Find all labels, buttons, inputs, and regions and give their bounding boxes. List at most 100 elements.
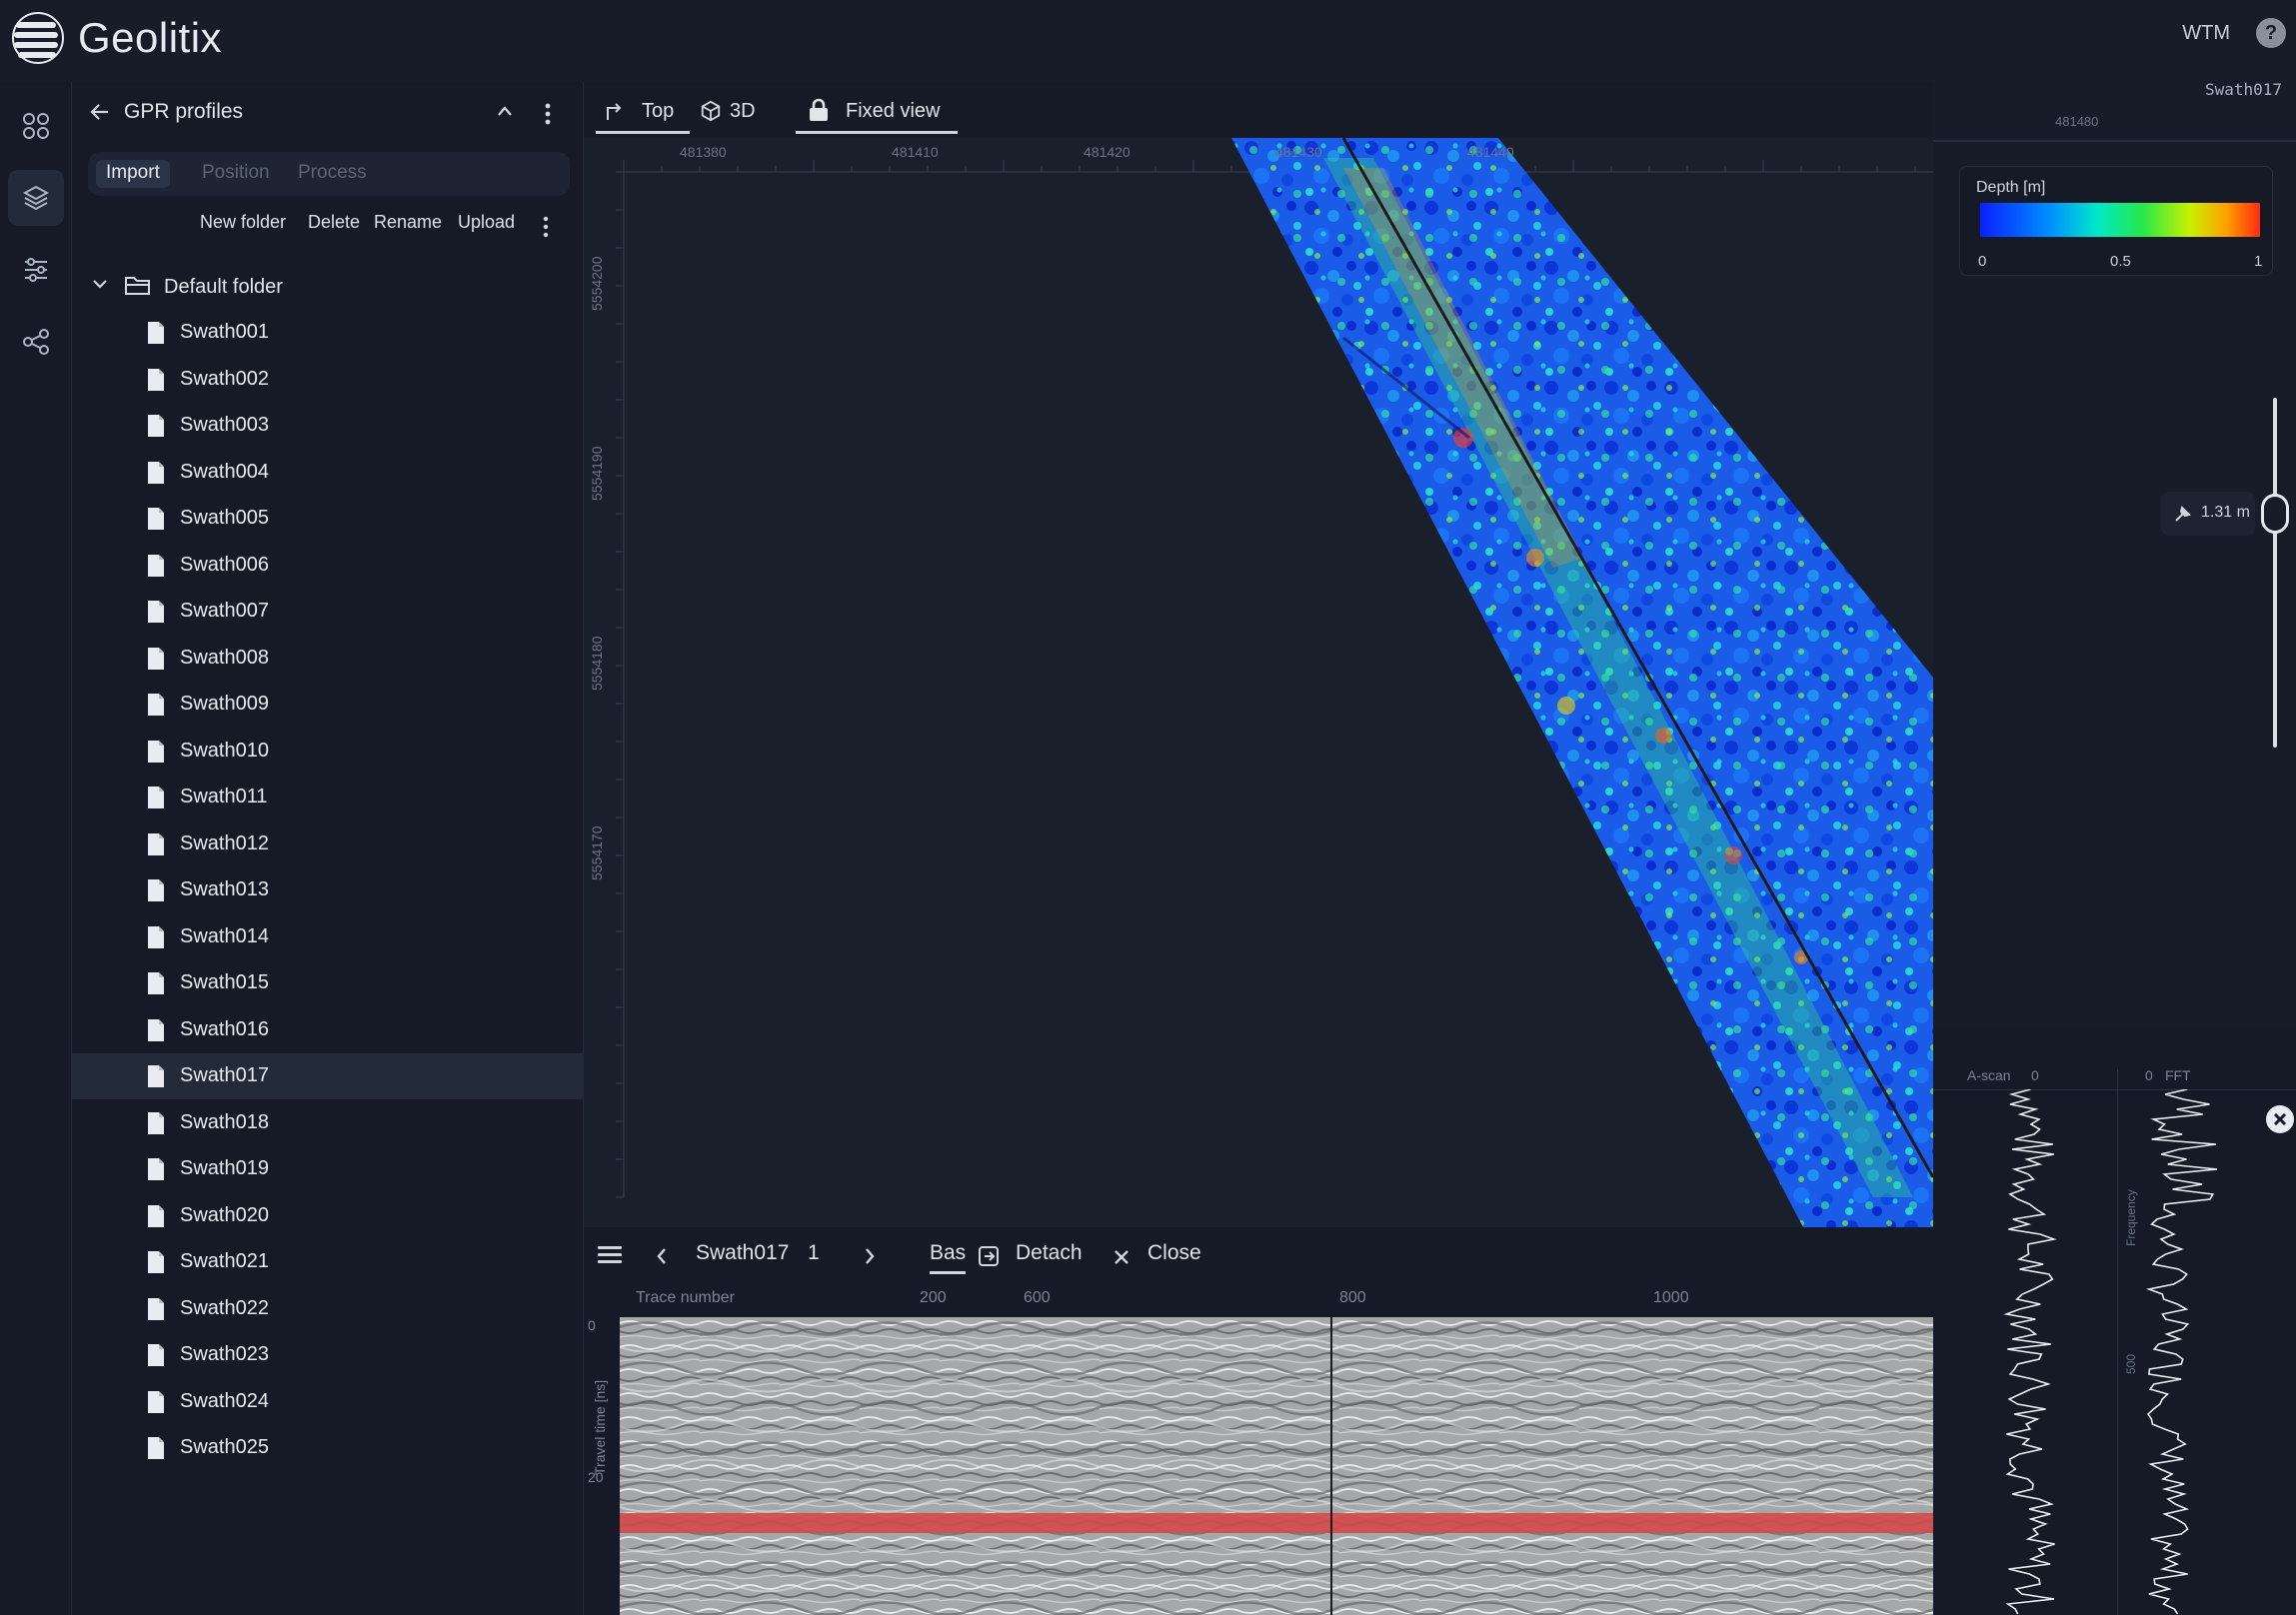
file-item[interactable]: Swath012 xyxy=(72,821,584,867)
file-label: Swath019 xyxy=(180,1157,269,1179)
new-folder-button[interactable]: New folder xyxy=(200,212,286,233)
file-item[interactable]: Swath003 xyxy=(72,403,584,449)
file-icon xyxy=(148,1390,164,1413)
folder-label: Default folder xyxy=(164,276,283,298)
ascan-fft-panel: A-scan 0 0 FFT Frequency 500 xyxy=(1933,1059,2296,1615)
file-icon xyxy=(148,601,164,623)
map-x-tick-label: 481410 xyxy=(892,144,939,160)
file-icon xyxy=(148,1018,164,1041)
layers-icon[interactable] xyxy=(8,170,64,226)
fixed-view-button[interactable]: Fixed view xyxy=(796,90,958,134)
legend-colorbar xyxy=(1980,203,2260,237)
close-button[interactable]: Close xyxy=(1148,1241,1201,1265)
detach-button[interactable]: Detach xyxy=(1016,1241,1083,1265)
file-label: Swath013 xyxy=(180,878,269,900)
radargram-canvas[interactable] xyxy=(620,1317,1933,1615)
file-icon xyxy=(148,647,164,670)
file-item[interactable]: Swath025 xyxy=(72,1425,584,1471)
chevron-left-icon[interactable] xyxy=(656,1247,668,1265)
depth-slider-thumb[interactable] xyxy=(2261,494,2289,534)
file-label: Swath008 xyxy=(180,646,269,669)
file-item[interactable]: Swath015 xyxy=(72,960,584,1006)
panel-header: GPR profiles xyxy=(72,82,584,144)
top-view-button[interactable]: Top xyxy=(596,90,690,134)
gpr-swath-heatmap[interactable] xyxy=(1183,138,1933,1227)
file-item[interactable]: Swath016 xyxy=(72,1007,584,1053)
file-item[interactable]: Swath018 xyxy=(72,1100,584,1146)
file-item[interactable]: Swath021 xyxy=(72,1239,584,1285)
file-icon xyxy=(148,1065,164,1087)
file-item[interactable]: Swath005 xyxy=(72,496,584,542)
back-arrow-icon[interactable] xyxy=(88,100,112,124)
file-label: Swath001 xyxy=(180,321,269,343)
top-view-icon xyxy=(607,103,622,120)
ascan-title: A-scan xyxy=(1967,1067,2011,1083)
folder-open-icon xyxy=(125,277,150,295)
more-vertical-icon[interactable] xyxy=(544,102,552,126)
file-item[interactable]: Swath010 xyxy=(72,729,584,775)
file-icon xyxy=(148,1251,164,1273)
legend-tick-max: 1 xyxy=(2254,253,2263,270)
radargram-y-axis: 0 Travel time [ns] 20 xyxy=(584,1317,620,1615)
file-label: Swath006 xyxy=(180,553,269,576)
rename-button[interactable]: Rename xyxy=(374,212,442,233)
file-item[interactable]: Swath013 xyxy=(72,867,584,913)
chevron-down-icon[interactable] xyxy=(92,278,108,290)
file-item[interactable]: Swath022 xyxy=(72,1286,584,1332)
file-icon xyxy=(148,972,164,994)
file-item[interactable]: Swath007 xyxy=(72,589,584,635)
share-icon[interactable] xyxy=(8,314,64,370)
chevron-up-icon[interactable] xyxy=(496,104,514,118)
file-item[interactable]: Swath002 xyxy=(72,357,584,403)
radargram-x-axis: Trace number 200 600 800 1000 xyxy=(584,1283,1933,1317)
file-icon xyxy=(148,368,164,391)
gpr-profiles-panel: GPR profiles Import Position Process New… xyxy=(72,82,584,1615)
bas-tab[interactable]: Bas xyxy=(930,1241,967,1274)
user-menu[interactable]: WTM xyxy=(2182,22,2230,45)
file-item[interactable]: Swath017 xyxy=(72,1053,584,1099)
depth-slider-track[interactable] xyxy=(2273,398,2277,748)
panel-tabs: Import Position Process xyxy=(88,152,570,196)
file-item[interactable]: Swath011 xyxy=(72,775,584,820)
profile-name: Swath017 xyxy=(696,1241,790,1264)
file-item[interactable]: Swath008 xyxy=(72,636,584,682)
more-vertical-icon[interactable] xyxy=(542,216,550,238)
menu-icon[interactable] xyxy=(598,1245,622,1265)
legend-title: Depth [m] xyxy=(1976,179,2046,196)
file-icon xyxy=(148,740,164,763)
file-item[interactable]: Swath023 xyxy=(72,1332,584,1378)
file-item[interactable]: Swath004 xyxy=(72,450,584,496)
file-item[interactable]: Swath014 xyxy=(72,914,584,960)
file-item[interactable]: Swath024 xyxy=(72,1379,584,1425)
file-item[interactable]: Swath001 xyxy=(72,310,584,356)
file-item[interactable]: Swath020 xyxy=(72,1193,584,1239)
x-tick-label: 200 xyxy=(920,1289,947,1306)
3d-view-button[interactable]: 3D xyxy=(694,90,768,134)
chevron-right-icon[interactable] xyxy=(864,1247,876,1265)
file-label: Swath005 xyxy=(180,507,269,529)
delete-button[interactable]: Delete xyxy=(308,212,360,233)
tab-process[interactable]: Process xyxy=(288,160,377,188)
map-x-tick-label: 481380 xyxy=(680,144,727,160)
fft-zero: 0 xyxy=(2145,1067,2153,1083)
file-label: Swath025 xyxy=(180,1436,269,1458)
apps-icon[interactable] xyxy=(8,98,64,154)
file-label: Swath014 xyxy=(180,924,269,947)
map-view[interactable]: 481380 481410 481420 481430 481440 5554200 55… xyxy=(584,138,1933,1227)
file-icon xyxy=(148,787,164,808)
file-item[interactable]: Swath006 xyxy=(72,543,584,589)
folder-row[interactable]: Default folder xyxy=(72,264,584,310)
file-item[interactable]: Swath009 xyxy=(72,682,584,728)
file-label: Swath024 xyxy=(180,1389,269,1412)
sliders-icon[interactable] xyxy=(8,242,64,298)
file-item[interactable]: Swath019 xyxy=(72,1146,584,1192)
pin-icon xyxy=(2175,506,2191,522)
help-icon[interactable]: ? xyxy=(2256,18,2286,48)
tab-position[interactable]: Position xyxy=(192,160,280,188)
file-icon xyxy=(148,1344,164,1366)
tab-import[interactable]: Import xyxy=(96,160,170,188)
upload-button[interactable]: Upload xyxy=(458,212,515,233)
close-ascan-icon[interactable] xyxy=(2266,1105,2294,1133)
geolitix-logo-icon xyxy=(12,12,64,64)
x-tick-label: 600 xyxy=(1024,1289,1051,1306)
